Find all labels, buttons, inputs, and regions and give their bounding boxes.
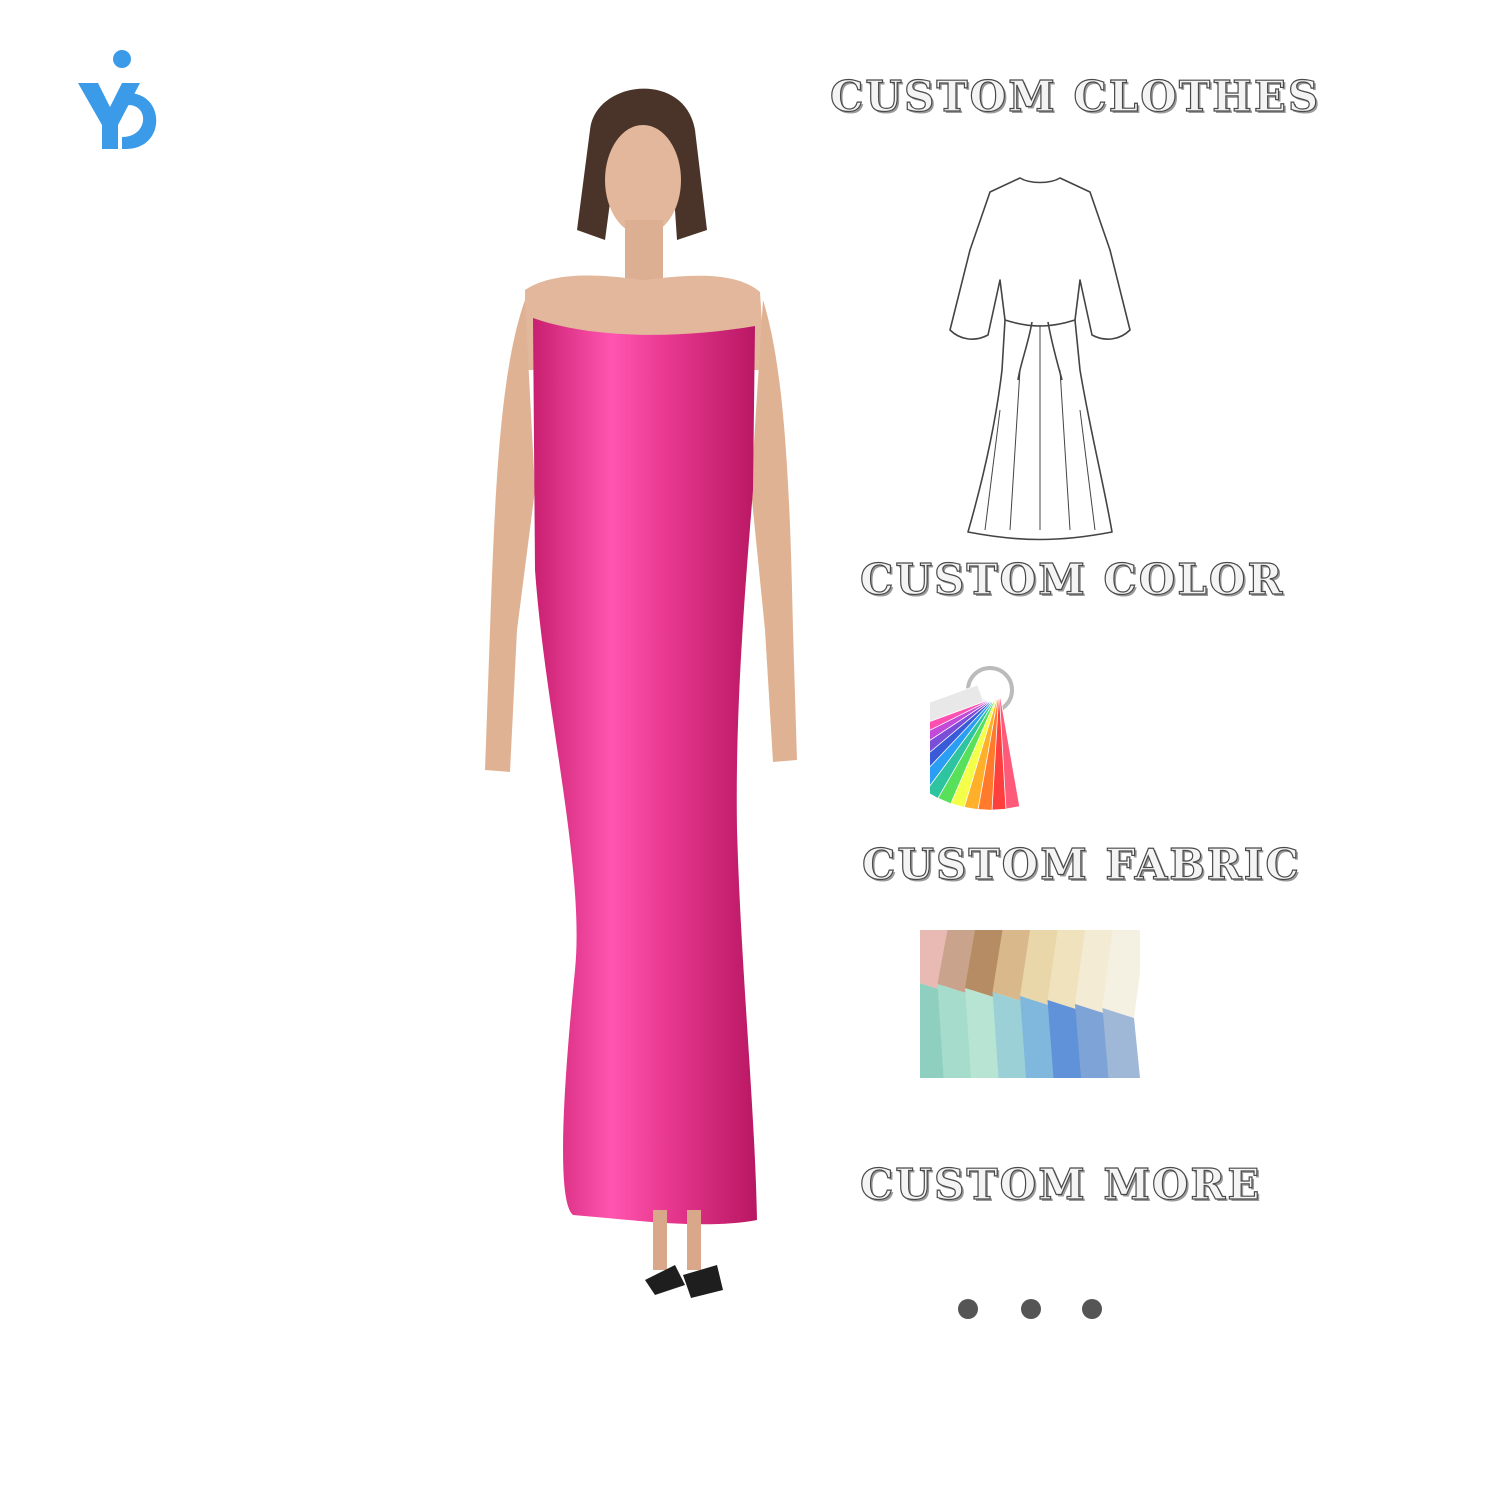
brand-logo-icon xyxy=(78,50,157,149)
color-swatch-fan-icon xyxy=(930,666,1021,810)
dot xyxy=(1082,1299,1102,1319)
heading-custom-clothes: CUSTOM CLOTHES xyxy=(829,71,1321,121)
dot xyxy=(958,1299,978,1319)
fabric-sample-bottom xyxy=(1102,1008,1140,1078)
heading-custom-fabric: CUSTOM FABRIC xyxy=(861,839,1301,889)
more-dots-icon xyxy=(955,1295,1115,1323)
heading-custom-color: CUSTOM COLOR xyxy=(859,554,1285,604)
dot xyxy=(1021,1299,1041,1319)
heading-custom-more: CUSTOM MORE xyxy=(859,1159,1262,1209)
dress-sketch-icon xyxy=(949,177,1131,541)
fabric-samples-image xyxy=(920,930,1140,1078)
model-photo xyxy=(485,88,797,1298)
